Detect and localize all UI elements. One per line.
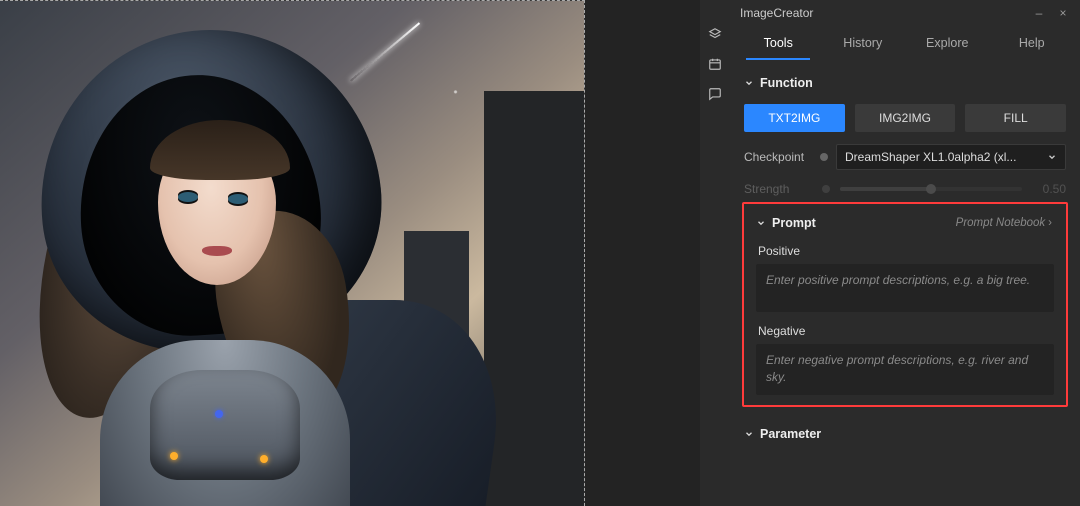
chat-icon[interactable] xyxy=(707,86,723,102)
tab-label: Help xyxy=(1019,36,1045,50)
layers-icon[interactable] xyxy=(707,26,723,42)
checkpoint-selected: DreamShaper XL1.0alpha2 (xl... xyxy=(845,150,1047,164)
chevron-down-icon xyxy=(756,218,766,228)
window-controls: – × xyxy=(1032,6,1070,20)
section-parameter-label: Parameter xyxy=(760,427,821,441)
panel-scroll[interactable]: Function TXT2IMG IMG2IMG FILL Checkpoint… xyxy=(730,60,1080,506)
main-tabs: Tools History Explore Help xyxy=(730,26,1080,60)
positive-prompt-input[interactable]: Enter positive prompt descriptions, e.g.… xyxy=(756,264,1054,312)
chevron-down-icon xyxy=(744,78,754,88)
negative-label: Negative xyxy=(758,324,1054,338)
mode-img2img[interactable]: IMG2IMG xyxy=(855,104,956,132)
prompt-notebook-label: Prompt Notebook xyxy=(956,217,1046,229)
mode-label: TXT2IMG xyxy=(768,111,820,125)
section-function-header[interactable]: Function xyxy=(744,66,1066,100)
tab-explore[interactable]: Explore xyxy=(905,26,990,60)
section-prompt-header[interactable]: Prompt Prompt Notebook› xyxy=(756,214,1054,240)
canvas-area[interactable] xyxy=(0,0,585,506)
chevron-right-icon: › xyxy=(1048,217,1052,229)
window-close-button[interactable]: × xyxy=(1056,6,1070,20)
workspace-gutter xyxy=(585,0,700,506)
side-icon-rail xyxy=(700,0,730,506)
tab-help[interactable]: Help xyxy=(990,26,1075,60)
positive-label: Positive xyxy=(758,244,1054,258)
strength-value: 0.50 xyxy=(1032,182,1066,196)
prompt-highlight-box: Prompt Prompt Notebook› Positive Enter p… xyxy=(742,202,1068,407)
tab-label: Explore xyxy=(926,36,968,50)
positive-placeholder: Enter positive prompt descriptions, e.g.… xyxy=(766,273,1030,287)
mode-label: IMG2IMG xyxy=(879,111,931,125)
negative-prompt-input[interactable]: Enter negative prompt descriptions, e.g.… xyxy=(756,344,1054,395)
tab-label: History xyxy=(843,36,882,50)
control-panel: ImageCreator – × Tools History Explore H… xyxy=(730,0,1080,506)
strength-row: Strength 0.50 xyxy=(744,182,1066,196)
strength-label: Strength xyxy=(744,182,812,196)
section-function-label: Function xyxy=(760,76,813,90)
strength-status-dot-icon xyxy=(822,185,830,193)
chevron-down-icon xyxy=(744,429,754,439)
section-parameter-header[interactable]: Parameter xyxy=(744,417,1066,451)
section-prompt-label: Prompt xyxy=(772,216,816,230)
checkpoint-row: Checkpoint DreamShaper XL1.0alpha2 (xl..… xyxy=(744,144,1066,170)
checkpoint-status-dot-icon xyxy=(820,153,828,161)
mode-fill[interactable]: FILL xyxy=(965,104,1066,132)
calendar-icon[interactable] xyxy=(707,56,723,72)
function-mode-row: TXT2IMG IMG2IMG FILL xyxy=(744,104,1066,132)
mode-label: FILL xyxy=(1004,111,1028,125)
strength-slider[interactable] xyxy=(840,187,1022,191)
checkpoint-dropdown[interactable]: DreamShaper XL1.0alpha2 (xl... xyxy=(836,144,1066,170)
panel-header: ImageCreator – × xyxy=(730,0,1080,26)
prompt-notebook-link[interactable]: Prompt Notebook› xyxy=(956,217,1052,229)
checkpoint-label: Checkpoint xyxy=(744,150,812,164)
app-title: ImageCreator xyxy=(740,6,813,20)
window-min-button[interactable]: – xyxy=(1032,6,1046,20)
tab-label: Tools xyxy=(764,36,793,50)
chevron-down-icon xyxy=(1047,152,1057,162)
generated-image xyxy=(0,1,584,506)
negative-placeholder: Enter negative prompt descriptions, e.g.… xyxy=(766,353,1028,384)
tab-history[interactable]: History xyxy=(821,26,906,60)
mode-txt2img[interactable]: TXT2IMG xyxy=(744,104,845,132)
tab-tools[interactable]: Tools xyxy=(736,26,821,60)
